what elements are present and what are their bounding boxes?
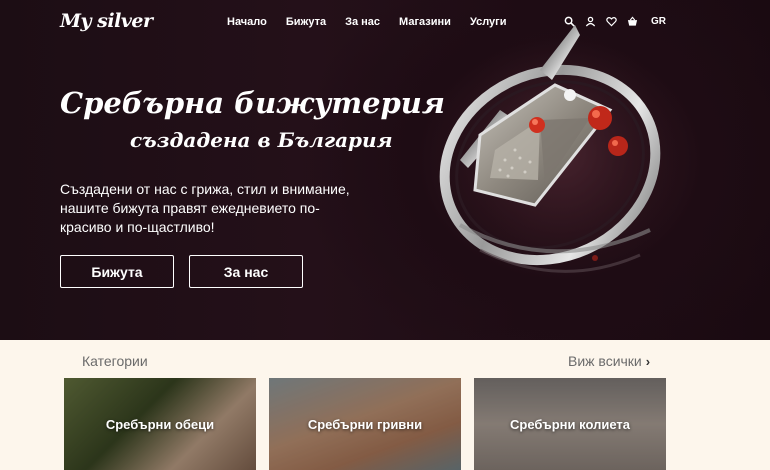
basket-icon[interactable] — [626, 15, 639, 28]
category-card-earrings[interactable]: Сребърни обеци — [64, 378, 256, 470]
main-nav: Начало Бижута За нас Магазини Услуги — [227, 16, 526, 28]
see-all-link[interactable]: Виж всички › — [568, 353, 650, 369]
nav-about[interactable]: За нас — [345, 16, 380, 28]
nav-jewelry[interactable]: Бижута — [286, 16, 326, 28]
site-logo[interactable]: My silver — [60, 10, 153, 32]
jewelry-button[interactable]: Бижута — [60, 255, 174, 288]
hero-title: Сребърна бижутерия — [60, 86, 445, 120]
nav-home[interactable]: Начало — [227, 16, 267, 28]
category-card-label: Сребърни колиета — [510, 416, 630, 432]
about-button[interactable]: За нас — [189, 255, 303, 288]
hero-description: Създадени от нас с грижа, стил и внимани… — [60, 181, 350, 235]
category-card-bracelets[interactable]: Сребърни гривни — [269, 378, 461, 470]
hero-banner: My silver Начало Бижута За нас Магазини … — [0, 0, 770, 340]
header-actions: GR — [563, 15, 666, 28]
ring-image — [420, 0, 690, 300]
nav-stores[interactable]: Магазини — [399, 16, 451, 28]
nav-services[interactable]: Услуги — [470, 16, 507, 28]
category-card-label: Сребърни гривни — [307, 416, 423, 432]
categories-heading: Категории — [82, 353, 148, 369]
category-card-label: Сребърни обеци — [105, 416, 215, 432]
language-switch[interactable]: GR — [651, 16, 666, 27]
heart-icon[interactable] — [605, 15, 618, 28]
user-icon[interactable] — [584, 15, 597, 28]
search-icon[interactable] — [563, 15, 576, 28]
see-all-label: Виж всички — [568, 353, 642, 369]
chevron-right-icon: › — [645, 353, 651, 369]
category-card-necklaces[interactable]: Сребърни колиета — [474, 378, 666, 470]
hero-subtitle: създадена в България — [130, 128, 393, 152]
